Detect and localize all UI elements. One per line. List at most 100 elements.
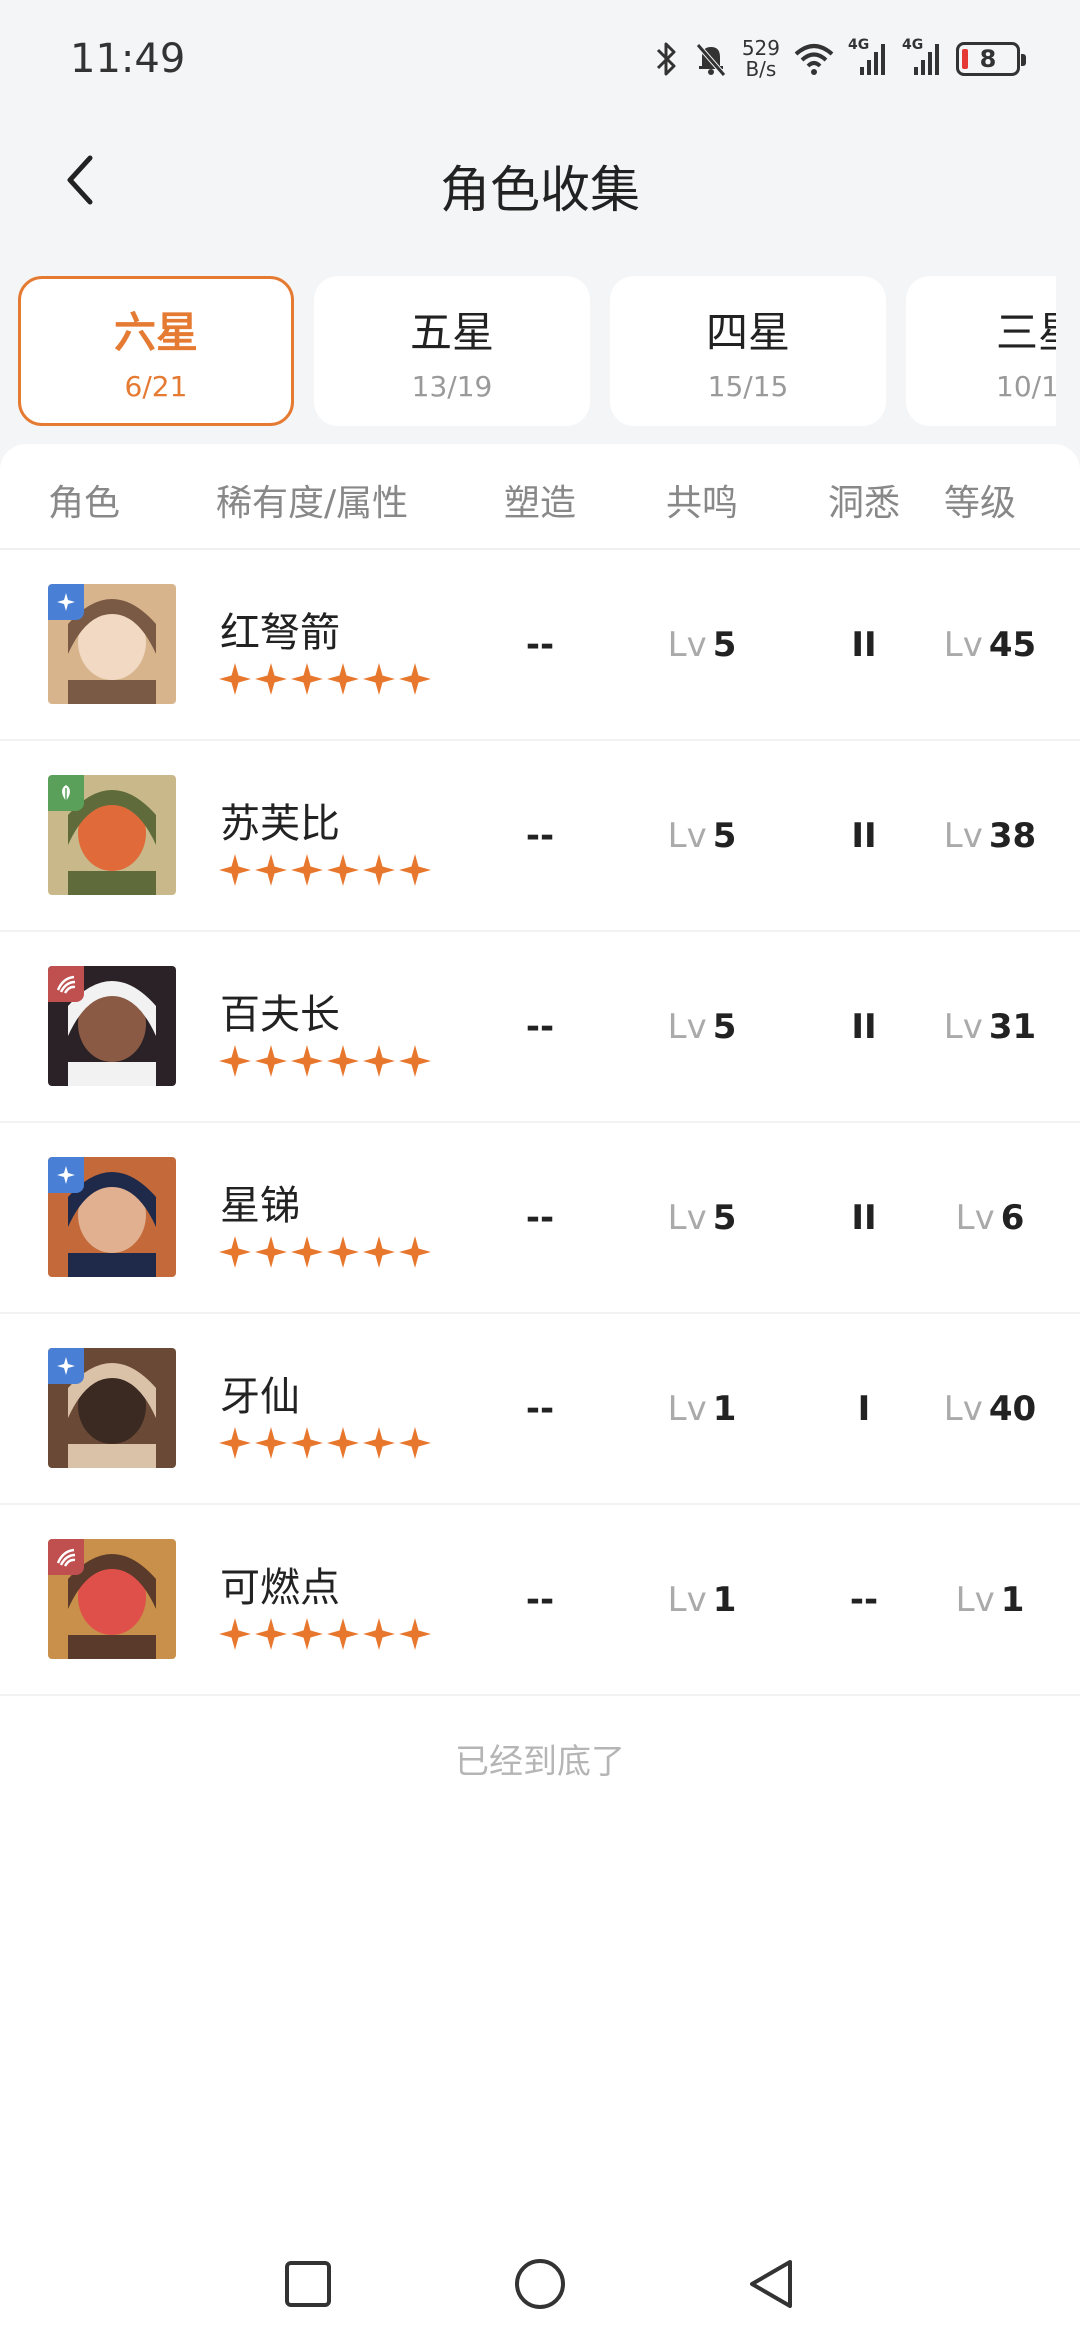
resonance-value: 1	[712, 1388, 737, 1429]
star-icon	[399, 1236, 431, 1268]
star-icon	[327, 1236, 359, 1268]
lv-prefix: Lv	[943, 1388, 983, 1429]
character-rows: 红弩箭 -- Lv 5 II Lv 45 苏芙比 -- Lv 5 II Lv 3…	[0, 550, 1080, 1696]
tab-four-star[interactable]: 四星 15/15	[610, 276, 886, 426]
net-speed-value: 529	[741, 36, 780, 60]
shaping-value: --	[525, 1388, 555, 1429]
star-icon	[363, 1618, 395, 1650]
star-icon	[291, 854, 323, 886]
insight-value: II	[851, 815, 877, 856]
character-row[interactable]: 星锑 -- Lv 5 II Lv 6	[0, 1123, 1080, 1314]
character-row[interactable]: 牙仙 -- Lv 1 I Lv 40	[0, 1314, 1080, 1505]
end-of-list-text: 已经到底了	[455, 1742, 625, 1782]
character-avatar	[48, 1348, 176, 1468]
tab-count: 13/19	[411, 370, 493, 403]
star-icon	[219, 1427, 251, 1459]
character-avatar	[48, 775, 176, 895]
character-row[interactable]: 百夫长 -- Lv 5 II Lv 31	[0, 932, 1080, 1123]
tab-label: 四星	[705, 308, 790, 357]
level-value: 38	[988, 815, 1037, 856]
level-value: 40	[988, 1388, 1037, 1429]
rarity-stars	[218, 1617, 432, 1651]
star-icon	[327, 1427, 359, 1459]
header-insight: 洞悉	[827, 483, 901, 524]
star-icon	[291, 1236, 323, 1268]
tab-count: 15/15	[707, 370, 789, 403]
header-level: 等级	[943, 483, 1017, 524]
resonance-level: Lv 5	[642, 932, 762, 1121]
star-icon	[327, 663, 359, 695]
tab-count: 10/10	[996, 370, 1056, 403]
star-icon	[363, 1427, 395, 1459]
star-icon	[327, 1045, 359, 1077]
shaping-value: --	[525, 1579, 555, 1620]
lv-prefix: Lv	[667, 1197, 707, 1238]
home-button[interactable]	[508, 2252, 572, 2316]
net-speed-unit: B/s	[745, 57, 777, 81]
header-shaping: 塑造	[503, 483, 577, 524]
insight-value: II	[851, 1197, 877, 1238]
signal-type-label: 4G	[848, 37, 870, 53]
rarity-stars	[218, 1235, 432, 1269]
character-name: 苏芙比	[220, 801, 340, 847]
insight-value: --	[849, 1579, 879, 1620]
shaping-value: --	[525, 624, 555, 665]
insight-value: II	[851, 1006, 877, 1047]
triangle-back-icon	[750, 2260, 792, 2308]
level-value: 45	[988, 624, 1037, 665]
bluetooth-icon	[654, 37, 680, 81]
lv-prefix: Lv	[667, 1006, 707, 1047]
star-icon	[255, 1045, 287, 1077]
circle-icon	[515, 2259, 565, 2309]
lv-prefix: Lv	[943, 624, 983, 665]
tab-six-star[interactable]: 六星 6/21	[18, 276, 294, 426]
status-bar: 11:49 529 B/s 4G 4G 8	[0, 0, 1080, 120]
table-header: 角色 稀有度/属性 塑造 共鸣 洞悉 等级	[0, 444, 1080, 550]
header-role: 角色	[48, 483, 121, 524]
character-row[interactable]: 可燃点 -- Lv 1 -- Lv 1	[0, 1505, 1080, 1696]
tab-count: 6/21	[124, 370, 188, 403]
lv-prefix: Lv	[667, 815, 707, 856]
signal-type-label: 4G	[902, 37, 924, 53]
star-icon	[291, 663, 323, 695]
battery-icon: 8	[956, 42, 1026, 76]
star-element-icon	[48, 584, 84, 620]
level-value: 1	[1000, 1579, 1025, 1620]
shaping-value: --	[525, 1006, 555, 1047]
character-name: 星锑	[220, 1183, 300, 1229]
back-nav-button[interactable]	[738, 2252, 802, 2316]
character-name: 可燃点	[220, 1565, 340, 1611]
star-icon	[363, 663, 395, 695]
character-level: Lv 45	[930, 550, 1050, 739]
star-icon	[327, 1618, 359, 1650]
lv-prefix: Lv	[943, 815, 983, 856]
rarity-stars	[218, 1044, 432, 1078]
recents-button[interactable]	[276, 2252, 340, 2316]
tab-three-star[interactable]: 三星 10/10	[906, 276, 1056, 426]
beast-element-icon	[48, 966, 84, 1002]
level-value: 31	[988, 1006, 1037, 1047]
character-name: 牙仙	[220, 1374, 300, 1420]
star-icon	[219, 1045, 251, 1077]
star-icon	[363, 1045, 395, 1077]
resonance-level: Lv 1	[642, 1505, 762, 1694]
resonance-level: Lv 5	[642, 741, 762, 930]
character-row[interactable]: 红弩箭 -- Lv 5 II Lv 45	[0, 550, 1080, 741]
header-rarity: 稀有度/属性	[216, 483, 409, 524]
resonance-level: Lv 1	[642, 1314, 762, 1503]
star-icon	[399, 854, 431, 886]
star-element-icon	[48, 1348, 84, 1384]
star-icon	[363, 1236, 395, 1268]
tab-five-star[interactable]: 五星 13/19	[314, 276, 590, 426]
mute-bell-icon	[694, 37, 728, 81]
star-icon	[399, 1618, 431, 1650]
square-icon	[285, 2261, 331, 2307]
character-level: Lv 38	[930, 741, 1050, 930]
resonance-value: 5	[712, 624, 737, 665]
resonance-value: 5	[712, 1006, 737, 1047]
rarity-stars	[218, 662, 432, 696]
star-icon	[219, 663, 251, 695]
character-level: Lv 1	[930, 1505, 1050, 1694]
character-row[interactable]: 苏芙比 -- Lv 5 II Lv 38	[0, 741, 1080, 932]
star-icon	[291, 1045, 323, 1077]
